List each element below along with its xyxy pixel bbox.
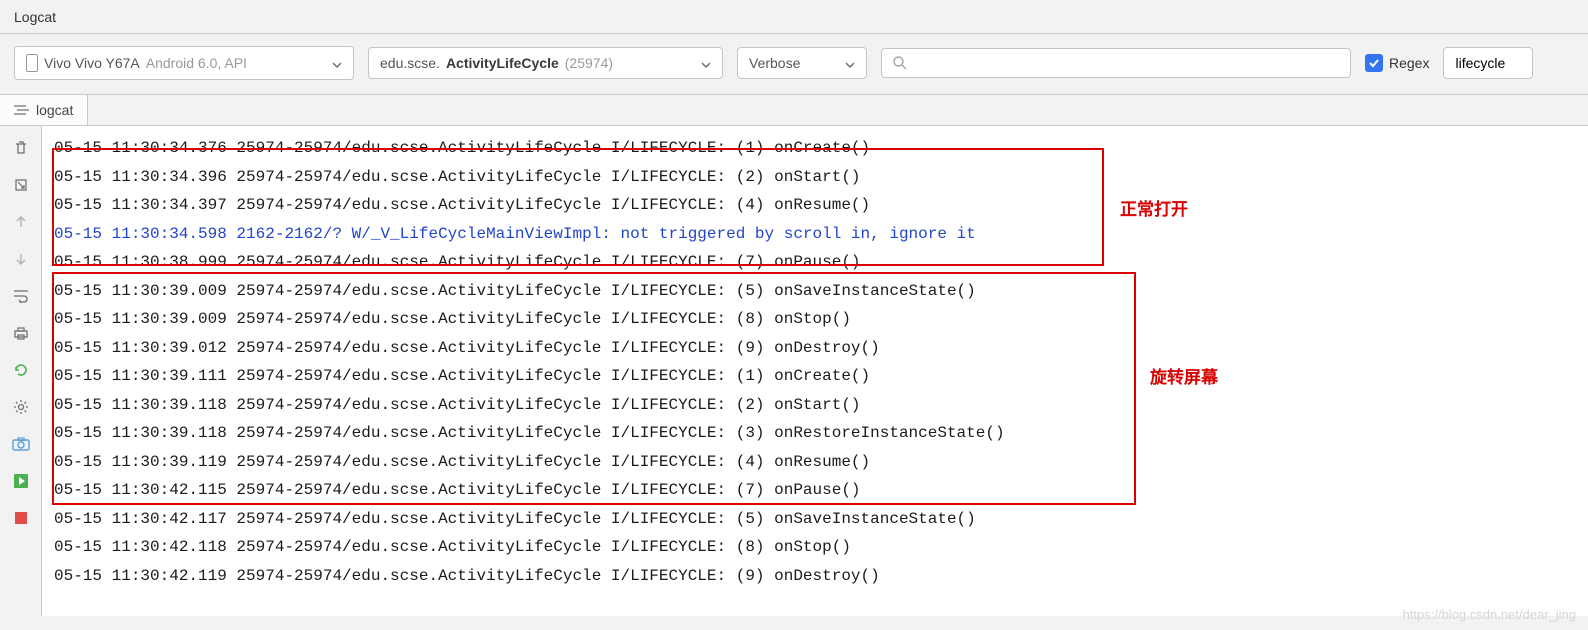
device-name: Vivo Vivo Y67A bbox=[44, 55, 140, 71]
restart-icon[interactable] bbox=[11, 360, 31, 380]
arrow-down-icon[interactable] bbox=[11, 249, 31, 269]
search-field[interactable] bbox=[881, 48, 1351, 78]
log-line: 05-15 11:30:42.115 25974-25974/edu.scse.… bbox=[54, 476, 1588, 505]
log-line: 05-15 11:30:42.118 25974-25974/edu.scse.… bbox=[54, 533, 1588, 562]
search-input[interactable] bbox=[916, 55, 1340, 71]
panel-title: Logcat bbox=[0, 0, 1588, 34]
process-name: ActivityLifeCycle bbox=[446, 55, 559, 71]
tab-strip: logcat bbox=[0, 95, 1588, 126]
tab-label: logcat bbox=[36, 102, 73, 118]
log-line: 05-15 11:30:34.397 25974-25974/edu.scse.… bbox=[54, 191, 1588, 220]
device-dropdown[interactable]: Vivo Vivo Y67A Android 6.0, API bbox=[14, 46, 354, 80]
settings-icon[interactable] bbox=[11, 397, 31, 417]
log-line: 05-15 11:30:39.009 25974-25974/edu.scse.… bbox=[54, 277, 1588, 306]
log-output[interactable]: 05-15 11:30:34.376 25974-25974/edu.scse.… bbox=[42, 126, 1588, 616]
loglevel-dropdown[interactable]: Verbose bbox=[737, 47, 867, 79]
annotation-label-rotate: 旋转屏幕 bbox=[1150, 363, 1218, 388]
regex-label: Regex bbox=[1389, 55, 1429, 71]
chevron-down-icon bbox=[691, 55, 711, 71]
toolbar: Vivo Vivo Y67A Android 6.0, API edu.scse… bbox=[0, 34, 1588, 95]
log-line: 05-15 11:30:39.118 25974-25974/edu.scse.… bbox=[54, 419, 1588, 448]
chevron-down-icon bbox=[835, 55, 855, 71]
log-line: 05-15 11:30:39.012 25974-25974/edu.scse.… bbox=[54, 334, 1588, 363]
log-line: 05-15 11:30:34.396 25974-25974/edu.scse.… bbox=[54, 163, 1588, 192]
log-line: 05-15 11:30:42.119 25974-25974/edu.scse.… bbox=[54, 562, 1588, 591]
trash-icon[interactable] bbox=[11, 138, 31, 158]
arrow-up-icon[interactable] bbox=[11, 212, 31, 232]
log-line: 05-15 11:30:39.118 25974-25974/edu.scse.… bbox=[54, 391, 1588, 420]
loglevel-value: Verbose bbox=[749, 55, 800, 71]
log-line: 05-15 11:30:34.598 2162-2162/? W/_V_Life… bbox=[54, 220, 1588, 249]
chevron-down-icon bbox=[322, 55, 342, 71]
camera-icon[interactable] bbox=[11, 434, 31, 454]
tab-logcat[interactable]: logcat bbox=[0, 95, 88, 125]
process-prefix: edu.scse. bbox=[380, 55, 440, 71]
log-line: 05-15 11:30:38.999 25974-25974/edu.scse.… bbox=[54, 248, 1588, 277]
scroll-end-icon[interactable] bbox=[11, 175, 31, 195]
list-icon bbox=[14, 104, 30, 116]
wrap-icon[interactable] bbox=[11, 286, 31, 306]
watermark: https://blog.csdn.net/dear_jing bbox=[1403, 607, 1576, 622]
annotation-label-open: 正常打开 bbox=[1120, 195, 1188, 220]
print-icon[interactable] bbox=[11, 323, 31, 343]
checkbox-checked-icon bbox=[1365, 54, 1383, 72]
run-icon[interactable] bbox=[11, 471, 31, 491]
phone-icon bbox=[26, 54, 38, 72]
sidebar bbox=[0, 126, 42, 616]
regex-toggle[interactable]: Regex bbox=[1365, 54, 1429, 72]
log-line: 05-15 11:30:34.376 25974-25974/edu.scse.… bbox=[54, 134, 1588, 163]
device-api: Android 6.0, API bbox=[146, 55, 247, 71]
log-line: 05-15 11:30:39.111 25974-25974/edu.scse.… bbox=[54, 362, 1588, 391]
process-pid: (25974) bbox=[565, 55, 613, 71]
log-line: 05-15 11:30:39.009 25974-25974/edu.scse.… bbox=[54, 305, 1588, 334]
stop-icon[interactable] bbox=[11, 508, 31, 528]
process-dropdown[interactable]: edu.scse. ActivityLifeCycle (25974) bbox=[368, 47, 723, 79]
log-line: 05-15 11:30:39.119 25974-25974/edu.scse.… bbox=[54, 448, 1588, 477]
log-line: 05-15 11:30:42.117 25974-25974/edu.scse.… bbox=[54, 505, 1588, 534]
filter-input[interactable]: lifecycle bbox=[1443, 47, 1533, 79]
search-icon bbox=[892, 55, 908, 71]
